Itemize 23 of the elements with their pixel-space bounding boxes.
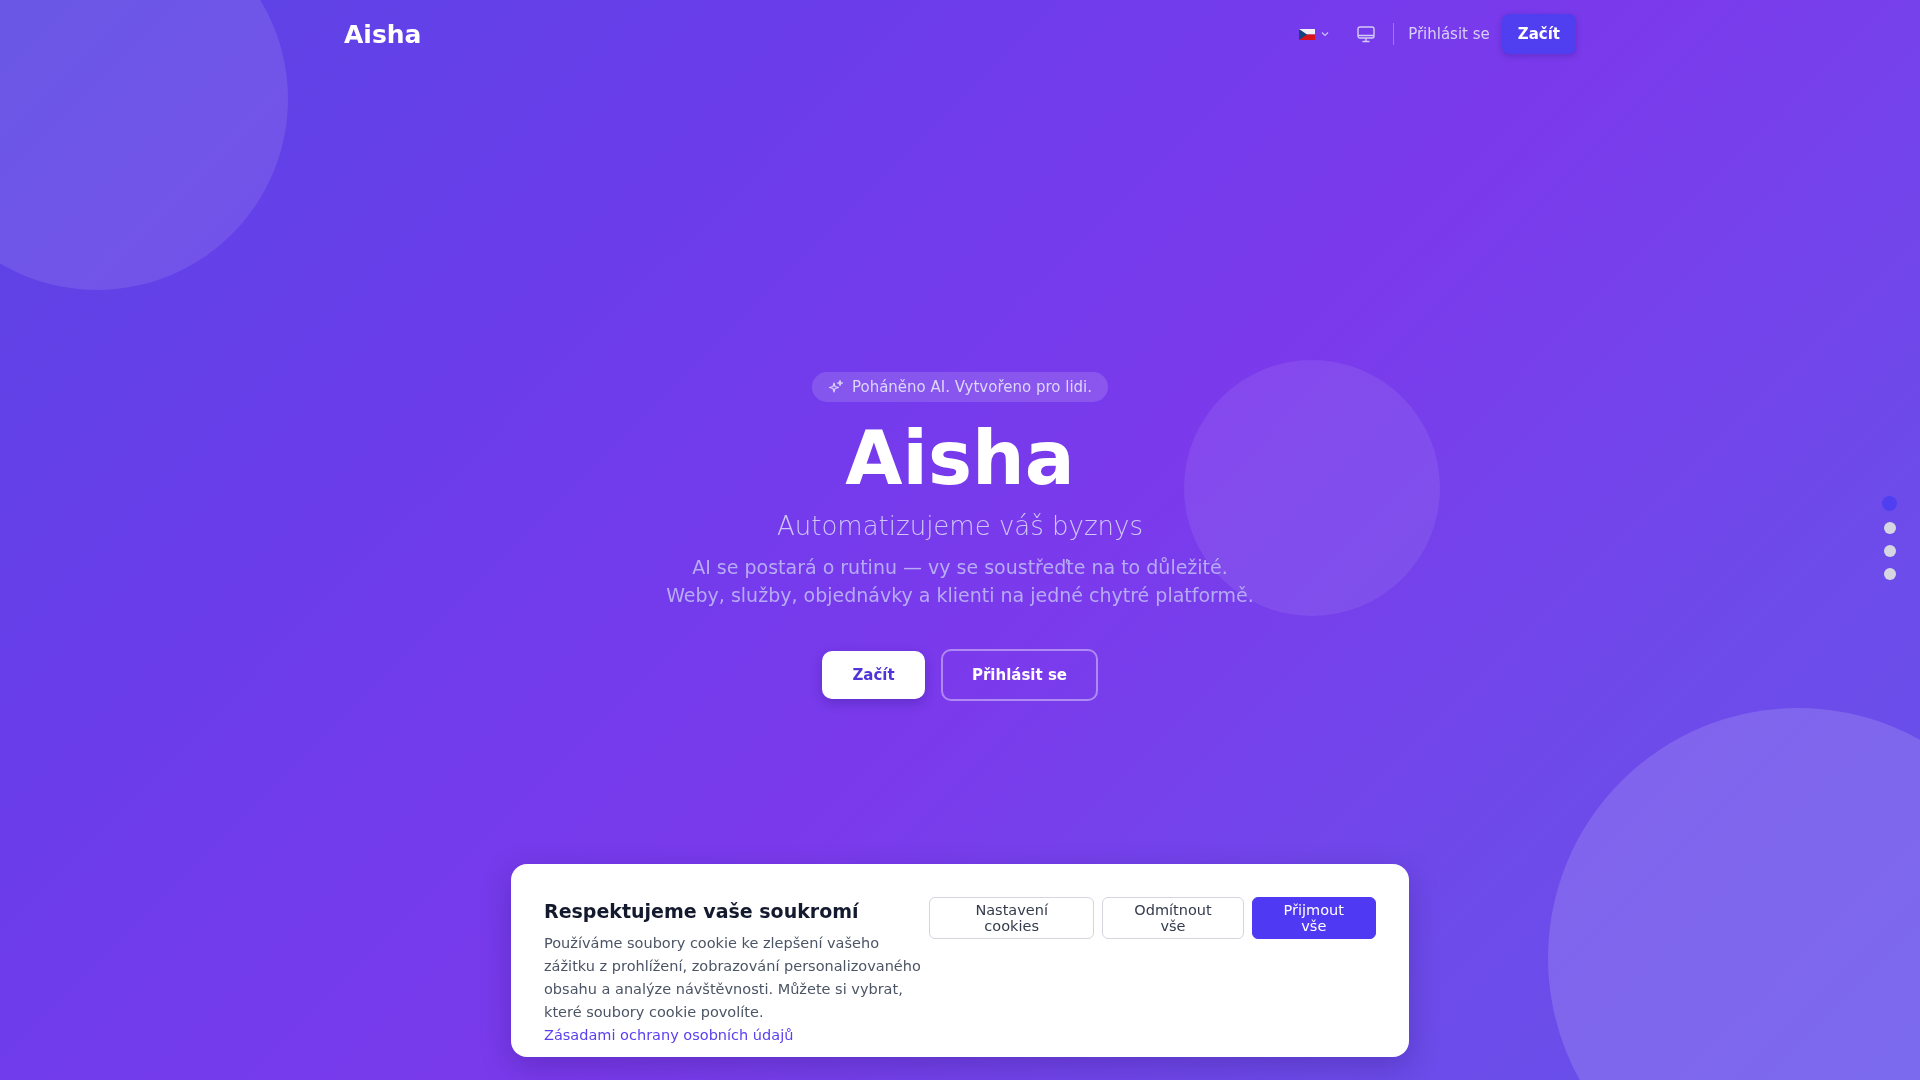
cookie-settings-button[interactable]: Nastavení cookies [928,897,1095,939]
cookie-title: Respektujeme vaše soukromí [544,900,860,922]
logo[interactable]: Aisha [344,19,422,49]
login-button[interactable]: Přihlásit se [941,649,1098,702]
slide-dot[interactable] [1883,522,1896,534]
hero-subtitle: Automatizujeme váš byznys [776,511,1144,542]
start-button[interactable]: Začít [822,651,925,700]
sparkles-icon [827,379,844,395]
privacy-policy-link[interactable]: Zásadami ochrany osobních údajů [544,1027,794,1043]
start-button[interactable]: Začít [1501,14,1576,54]
reject-all-button[interactable]: Odmítnout vše [1102,897,1244,939]
flag-icon [1299,28,1316,40]
chevron-down-icon [1321,31,1330,37]
slide-dot[interactable] [1883,568,1896,580]
monitor-icon [1357,25,1376,43]
hero-title: Aisha [845,418,1075,500]
login-link[interactable]: Přihlásit se [1408,25,1490,43]
slide-dot[interactable] [1883,545,1896,557]
cookie-text: Používáme soubory cookie ke zlepšení vašeho zážitku z prohlížení, zobrazování personalizovaného obsahu a analýze návštěvnosti. Můžete si vybrat, které soubory cookie povolíte. Zásadami ochrany osobních údajů [544,934,922,1045]
hero-description: AI se postará o rutinu — vy se soustřeďte na to důležité. Weby, služby, objednávky a klienti na jedné chytré platformě. [665,555,1255,609]
slide-dot[interactable] [1882,496,1897,511]
tagline-text: Poháněno AI. Vytvořeno pro lidi. [851,378,1093,396]
accept-all-button[interactable]: Přijmout vše [1251,897,1376,939]
